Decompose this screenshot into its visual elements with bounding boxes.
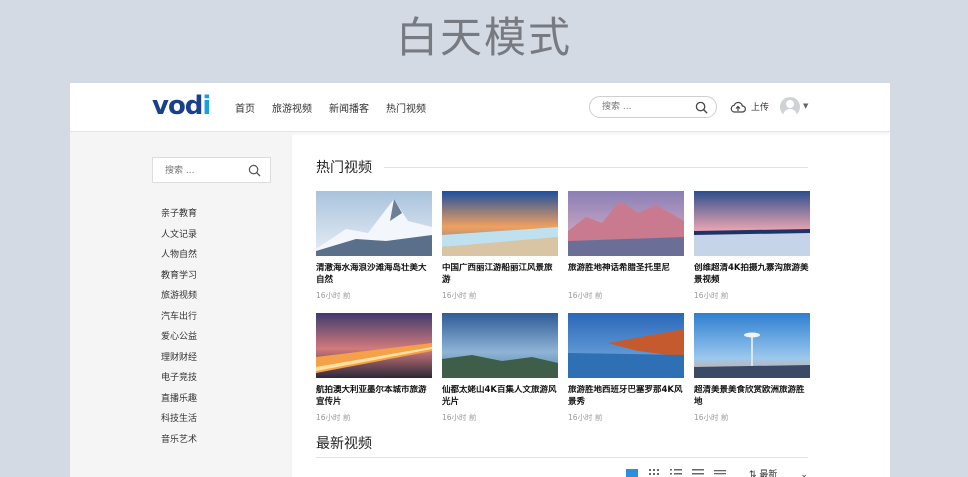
sidebar-search-input[interactable] bbox=[163, 165, 247, 177]
nav-item-news[interactable]: 新闻播客 bbox=[329, 100, 369, 115]
video-card[interactable]: 仙都太姥山4K百集人文旅游风光片 16小时 前 bbox=[442, 313, 558, 423]
video-title[interactable]: 仙都太姥山4K百集人文旅游风光片 bbox=[442, 385, 558, 408]
video-thumbnail[interactable] bbox=[568, 191, 684, 256]
category-item[interactable]: 电子竞技 bbox=[161, 370, 197, 391]
video-time: 16小时 前 bbox=[568, 291, 603, 300]
category-list: 亲子教育 人文记录 人物自然 教育学习 旅游视频 汽车出行 爱心公益 理财财经 … bbox=[161, 206, 197, 452]
category-item[interactable]: 汽车出行 bbox=[161, 309, 197, 330]
video-card[interactable]: 航拍澳大利亚墨尔本城市旅游宣传片 16小时 前 bbox=[316, 313, 432, 423]
category-item[interactable]: 亲子教育 bbox=[161, 206, 197, 227]
top-header: vodi 首页 旅游视频 新闻播客 热门视频 上传 ▼ bbox=[70, 83, 890, 132]
video-title[interactable]: 中国广西丽江游船丽江风景旅游 bbox=[442, 263, 558, 286]
section-title-hot: 热门视频 bbox=[316, 160, 372, 176]
video-card[interactable]: 旅游胜地神话希腊圣托里尼 16小时 前 bbox=[568, 191, 684, 301]
video-card[interactable]: 超清美景美食欣赏欧洲旅游胜地 16小时 前 bbox=[694, 313, 810, 423]
search-icon[interactable] bbox=[248, 164, 261, 177]
app-window: vodi 首页 旅游视频 新闻播客 热门视频 上传 ▼ 亲子教育 人文记录 人物… bbox=[70, 83, 890, 477]
video-thumbnail[interactable] bbox=[694, 191, 810, 256]
list-detail-icon[interactable] bbox=[692, 469, 704, 477]
section-divider bbox=[384, 167, 808, 168]
sort-dropdown[interactable]: ⇅ 最新 ⌄ bbox=[749, 467, 808, 477]
video-thumbnail[interactable] bbox=[442, 191, 558, 256]
video-time: 16小时 前 bbox=[442, 413, 477, 422]
category-item[interactable]: 教育学习 bbox=[161, 268, 197, 289]
category-item[interactable]: 人文记录 bbox=[161, 227, 197, 248]
nav-item-travel[interactable]: 旅游视频 bbox=[272, 100, 312, 115]
video-thumbnail[interactable] bbox=[694, 313, 810, 378]
video-title[interactable]: 超清美景美食欣赏欧洲旅游胜地 bbox=[694, 385, 810, 408]
video-thumbnail[interactable] bbox=[316, 191, 432, 256]
category-item[interactable]: 音乐艺术 bbox=[161, 432, 197, 453]
video-card[interactable]: 旅游胜地西班牙巴塞罗那4K风景秀 16小时 前 bbox=[568, 313, 684, 423]
sort-label: 最新 bbox=[759, 470, 778, 477]
header-search-box bbox=[589, 96, 717, 118]
search-icon[interactable] bbox=[695, 101, 708, 114]
list-icon[interactable] bbox=[670, 469, 682, 477]
header-search-input[interactable] bbox=[600, 101, 694, 113]
video-card[interactable]: 清澈海水海浪沙滩海岛壮美大自然 16小时 前 bbox=[316, 191, 432, 301]
sort-icon: ⇅ bbox=[749, 470, 757, 477]
video-title[interactable]: 航拍澳大利亚墨尔本城市旅游宣传片 bbox=[316, 385, 432, 408]
list-compact-icon[interactable] bbox=[714, 469, 726, 477]
vodi-logo[interactable]: vodi bbox=[152, 91, 211, 121]
upload-label: 上传 bbox=[751, 103, 770, 113]
mode-banner-title: 白天模式 bbox=[395, 13, 572, 62]
video-thumbnail[interactable] bbox=[568, 313, 684, 378]
section-title-latest: 最新视频 bbox=[316, 436, 372, 452]
chevron-down-icon[interactable]: ▼ bbox=[803, 102, 808, 110]
video-title[interactable]: 清澈海水海浪沙滩海岛壮美大自然 bbox=[316, 263, 432, 286]
view-mode-switcher bbox=[626, 469, 726, 477]
grid-small-icon[interactable] bbox=[648, 469, 660, 477]
category-item[interactable]: 人物自然 bbox=[161, 247, 197, 268]
sidebar-search-box bbox=[152, 157, 271, 183]
category-item[interactable]: 科技生活 bbox=[161, 411, 197, 432]
nav-item-hot[interactable]: 热门视频 bbox=[386, 100, 426, 115]
video-title[interactable]: 创维超清4K拍摄九寨沟旅游美景视频 bbox=[694, 263, 810, 286]
category-sidebar: 亲子教育 人文记录 人物自然 教育学习 旅游视频 汽车出行 爱心公益 理财财经 … bbox=[70, 132, 292, 477]
category-item[interactable]: 直播乐趣 bbox=[161, 391, 197, 412]
video-time: 16小时 前 bbox=[316, 291, 351, 300]
main-nav: 首页 旅游视频 新闻播客 热门视频 bbox=[235, 100, 426, 115]
video-time: 16小时 前 bbox=[442, 291, 477, 300]
category-item[interactable]: 旅游视频 bbox=[161, 288, 197, 309]
chevron-down-icon: ⌄ bbox=[800, 470, 808, 477]
nav-item-home[interactable]: 首页 bbox=[235, 100, 255, 115]
video-time: 16小时 前 bbox=[316, 413, 351, 422]
category-item[interactable]: 爱心公益 bbox=[161, 329, 197, 350]
video-title[interactable]: 旅游胜地西班牙巴塞罗那4K风景秀 bbox=[568, 385, 684, 408]
video-time: 16小时 前 bbox=[568, 413, 603, 422]
video-title[interactable]: 旅游胜地神话希腊圣托里尼 bbox=[568, 263, 684, 286]
video-card[interactable]: 创维超清4K拍摄九寨沟旅游美景视频 16小时 前 bbox=[694, 191, 810, 301]
section-divider bbox=[316, 457, 808, 458]
video-time: 16小时 前 bbox=[694, 291, 729, 300]
upload-button[interactable]: 上传 bbox=[730, 100, 769, 113]
video-thumbnail[interactable] bbox=[316, 313, 432, 378]
video-time: 16小时 前 bbox=[694, 413, 729, 422]
grid-large-icon[interactable] bbox=[626, 469, 638, 477]
cloud-upload-icon bbox=[730, 101, 746, 113]
category-item[interactable]: 理财财经 bbox=[161, 350, 197, 371]
user-avatar[interactable] bbox=[780, 97, 800, 117]
video-thumbnail[interactable] bbox=[442, 313, 558, 378]
video-card[interactable]: 中国广西丽江游船丽江风景旅游 16小时 前 bbox=[442, 191, 558, 301]
